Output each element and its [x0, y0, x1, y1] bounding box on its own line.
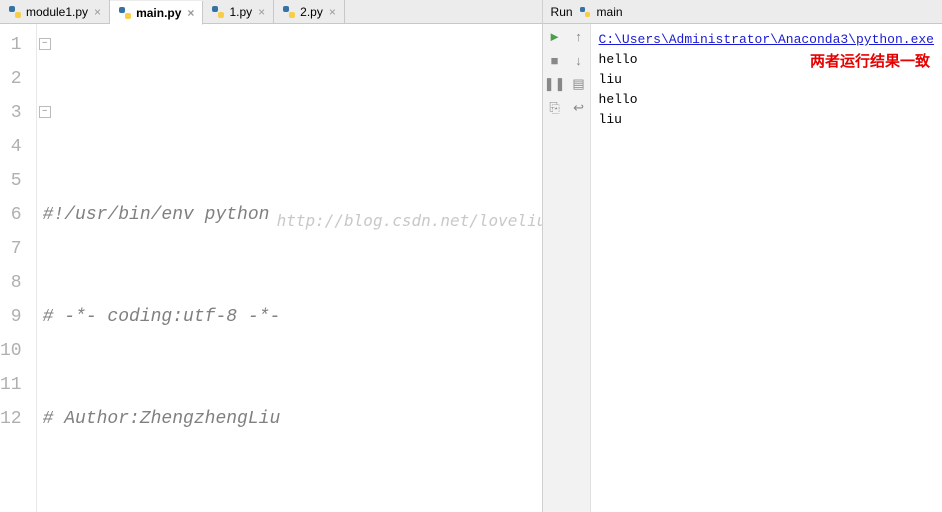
close-icon[interactable]: ×	[185, 6, 194, 20]
code-line	[43, 504, 542, 512]
tab-label: module1.py	[26, 5, 88, 19]
tab-main[interactable]: main.py ×	[110, 1, 203, 25]
output-line: hello	[599, 90, 934, 110]
pause-button[interactable]: ❚❚	[543, 72, 567, 96]
line-number-gutter: 123 456 789 101112	[0, 24, 37, 512]
step-up-icon[interactable]: ↑	[567, 24, 591, 48]
python-file-icon	[211, 5, 225, 19]
code-editor[interactable]: 123 456 789 101112 – – http://blog.csdn.…	[0, 24, 542, 512]
stop-button[interactable]: ■	[543, 48, 567, 72]
python-file-icon	[8, 5, 22, 19]
output-line: liu	[599, 110, 934, 130]
export-icon[interactable]: ⎘	[543, 96, 567, 120]
editor-pane: module1.py × main.py × 1.py × 2.py × 123	[0, 0, 543, 512]
run-toolbar: ► ↑ ■ ↓ ❚❚ ▤ ⎘ ↩	[543, 24, 591, 512]
tab-2py[interactable]: 2.py ×	[274, 0, 345, 23]
tab-label: 2.py	[300, 5, 323, 19]
code-line: # -*- coding:utf-8 -*-	[43, 300, 542, 334]
code-line: #!/usr/bin/env python	[43, 198, 542, 232]
output-line: liu	[599, 70, 934, 90]
step-down-icon[interactable]: ↓	[567, 48, 591, 72]
editor-tabbar: module1.py × main.py × 1.py × 2.py ×	[0, 0, 542, 24]
close-icon[interactable]: ×	[327, 5, 336, 19]
python-file-icon	[282, 5, 296, 19]
tab-module1[interactable]: module1.py ×	[0, 0, 110, 23]
tab-label: main.py	[136, 6, 181, 20]
layout-icon[interactable]: ▤	[567, 72, 591, 96]
run-header-label: Run	[551, 5, 573, 19]
code-area[interactable]: http://blog.csdn.net/loveliuzz #!/usr/bi…	[37, 24, 542, 512]
code-line: # Author:ZhengzhengLiu	[43, 402, 542, 436]
tab-1py[interactable]: 1.py ×	[203, 0, 274, 23]
run-button[interactable]: ►	[543, 24, 567, 48]
python-file-icon	[579, 6, 591, 18]
annotation-note: 两者运行结果一致	[810, 52, 930, 72]
tab-label: 1.py	[229, 5, 252, 19]
run-panel: Run main ► ↑ ■ ↓ ❚❚ ▤ ⎘ ↩ C:\Users\Admin…	[543, 0, 942, 512]
return-icon[interactable]: ↩	[567, 96, 591, 120]
run-panel-header: Run main	[543, 0, 942, 24]
interpreter-path[interactable]: C:\Users\Administrator\Anaconda3\python.…	[599, 30, 934, 50]
close-icon[interactable]: ×	[92, 5, 101, 19]
close-icon[interactable]: ×	[256, 5, 265, 19]
run-config-name: main	[597, 5, 623, 19]
python-file-icon	[118, 6, 132, 20]
run-output[interactable]: C:\Users\Administrator\Anaconda3\python.…	[591, 24, 942, 512]
